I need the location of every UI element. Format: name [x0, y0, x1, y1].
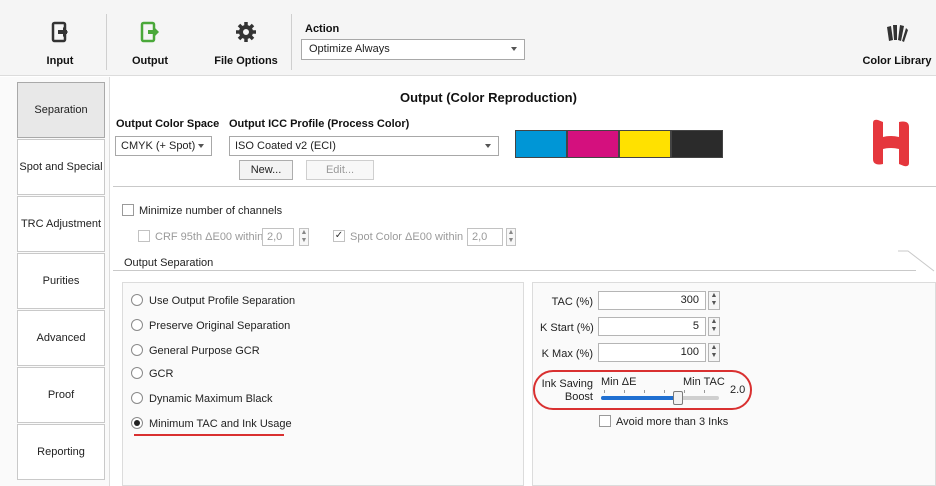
gear-icon	[234, 20, 258, 44]
highlight-underline	[134, 434, 284, 436]
chevron-down-icon	[511, 47, 517, 51]
crf-label: CRF 95th ΔE00 within	[155, 231, 264, 243]
sidebar-item-separation[interactable]: Separation	[17, 82, 105, 138]
edit-profile-button[interactable]: Edit...	[306, 160, 374, 180]
input-label: Input	[46, 55, 74, 67]
slider-tick	[704, 390, 705, 393]
tac-label: TAC (%)	[551, 296, 593, 308]
new-profile-button[interactable]: New...	[239, 160, 293, 180]
swatch-yellow	[619, 130, 671, 158]
color-library-label: Color Library	[862, 55, 932, 67]
color-fan-icon	[885, 20, 909, 44]
spot-value-input[interactable]: 2,0	[467, 228, 503, 246]
slider-value: 2.0	[730, 384, 746, 396]
radio-general-purpose-gcr[interactable]	[131, 344, 143, 356]
radio-minimum-tac[interactable]	[131, 417, 143, 429]
slider-max-label: Min TAC	[683, 376, 725, 388]
action-select[interactable]: Optimize Always	[301, 39, 525, 60]
separation-method-panel	[122, 282, 524, 486]
toolbar-separator	[291, 14, 292, 70]
k-start-label: K Start (%)	[540, 322, 594, 334]
k-start-stepper[interactable]: ▲ ▼	[708, 317, 720, 336]
swatch-black	[671, 130, 723, 158]
ink-saving-slider[interactable]	[601, 391, 719, 405]
brand-logo-icon	[869, 117, 913, 172]
group-divider	[113, 270, 916, 271]
swatch-magenta	[567, 130, 619, 158]
tac-input[interactable]: 300	[598, 291, 706, 310]
slider-tick	[644, 390, 645, 393]
ink-saving-label: Ink Saving	[541, 378, 593, 390]
radio-label: Minimum TAC and Ink Usage	[149, 418, 292, 430]
radio-dynamic-maximum-black[interactable]	[131, 392, 143, 404]
chevron-down-icon	[485, 144, 491, 148]
input-icon	[48, 20, 72, 44]
spot-stepper[interactable]: ▲ ▼	[506, 228, 516, 246]
slider-min-label: Min ΔE	[601, 376, 637, 388]
crf-value-input[interactable]: 2,0	[262, 228, 294, 246]
crf-stepper[interactable]: ▲ ▼	[299, 228, 309, 246]
slider-fill	[601, 396, 679, 400]
radio-label: General Purpose GCR	[149, 345, 260, 357]
output-separation-label: Output Separation	[124, 257, 214, 269]
sidebar: Separation Spot and Special TRC Adjustme…	[0, 77, 110, 486]
sidebar-item-purities[interactable]: Purities	[17, 253, 105, 309]
tac-stepper[interactable]: ▲ ▼	[708, 291, 720, 310]
toolbar-separator	[106, 14, 107, 70]
sidebar-item-reporting[interactable]: Reporting	[17, 424, 105, 480]
icc-profile-value: ISO Coated v2 (ECI)	[235, 140, 336, 152]
radio-label: GCR	[149, 368, 174, 380]
avoid-inks-label: Avoid more than 3 Inks	[616, 416, 729, 428]
sidebar-item-proof[interactable]: Proof	[17, 367, 105, 423]
spot-color-checkbox[interactable]: ✓	[333, 230, 345, 242]
k-max-label: K Max (%)	[541, 348, 593, 360]
output-icon	[138, 20, 162, 44]
file-options-label: File Options	[214, 55, 278, 67]
slider-thumb[interactable]	[673, 391, 684, 405]
icc-profile-label: Output ICC Profile (Process Color)	[229, 118, 410, 130]
section-divider	[113, 186, 936, 187]
sidebar-item-advanced[interactable]: Advanced	[17, 310, 105, 366]
slider-tick	[684, 390, 685, 393]
sidebar-item-trc-adjustment[interactable]: TRC Adjustment	[17, 196, 105, 252]
avoid-inks-checkbox[interactable]	[599, 415, 611, 427]
minimize-channels-label: Minimize number of channels	[139, 205, 283, 217]
ink-saving-boost-label: Boost	[564, 391, 593, 403]
swatch-cyan	[515, 130, 567, 158]
slider-tick	[664, 390, 665, 393]
group-tab-corner	[898, 250, 935, 272]
page-title: Output (Color Reproduction)	[400, 90, 577, 105]
radio-use-output-profile[interactable]	[131, 294, 143, 306]
chevron-down-icon	[198, 144, 204, 148]
input-button[interactable]: Input	[40, 0, 80, 76]
output-color-space-label: Output Color Space	[116, 118, 220, 130]
radio-gcr[interactable]	[131, 367, 143, 379]
icc-profile-select[interactable]: ISO Coated v2 (ECI)	[229, 136, 499, 156]
radio-label: Dynamic Maximum Black	[149, 393, 273, 405]
radio-label: Preserve Original Separation	[149, 320, 291, 332]
k-max-stepper[interactable]: ▲ ▼	[708, 343, 720, 362]
crf-checkbox[interactable]	[138, 230, 150, 242]
spot-color-label: Spot Color ΔE00 within	[350, 231, 464, 243]
action-value: Optimize Always	[309, 43, 390, 55]
output-button[interactable]: Output	[130, 0, 170, 76]
file-options-button[interactable]: File Options	[214, 0, 278, 76]
k-max-input[interactable]: 100	[598, 343, 706, 362]
color-library-button[interactable]: Color Library	[862, 0, 932, 76]
output-color-space-select[interactable]: CMYK (+ Spot)	[115, 136, 212, 156]
output-label: Output	[131, 55, 169, 67]
action-label: Action	[305, 23, 340, 35]
radio-preserve-original[interactable]	[131, 319, 143, 331]
slider-tick	[604, 390, 605, 393]
k-start-input[interactable]: 5	[598, 317, 706, 336]
slider-tick	[624, 390, 625, 393]
minimize-channels-checkbox[interactable]	[122, 204, 134, 216]
radio-label: Use Output Profile Separation	[149, 295, 296, 307]
sidebar-item-spot-and-special[interactable]: Spot and Special	[17, 139, 105, 195]
output-color-space-value: CMYK (+ Spot)	[121, 140, 196, 152]
toolbar: Input Output File Options Action Optimiz…	[0, 0, 936, 76]
